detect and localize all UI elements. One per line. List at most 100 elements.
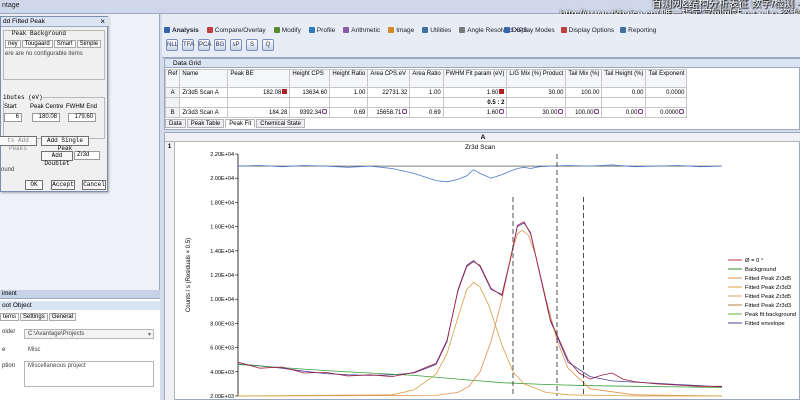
ribbon-tab-modify[interactable]: Modify: [273, 26, 301, 36]
cell-height[interactable]: 13634.60: [289, 87, 331, 98]
cell-tail-exponent[interactable]: 0.0000: [645, 87, 688, 98]
cell-tail-mix[interactable]: [565, 97, 603, 108]
tab-chemical-state[interactable]: Chemical State: [256, 119, 305, 128]
cell-lg[interactable]: [506, 97, 567, 108]
cell-tail-height[interactable]: 0.00: [601, 107, 647, 118]
tab-peak-table[interactable]: Peak Table: [186, 119, 225, 128]
display-options-icon: [560, 27, 567, 33]
tab-tougaard[interactable]: Tougaard: [21, 40, 53, 48]
ribbon-right-tab-display-modes[interactable]: Display Modes: [504, 26, 555, 36]
accept-button[interactable]: Accept: [51, 180, 75, 190]
spectrum-chart[interactable]: Zr3d Scan 2.20E+04 2.00E+04 1.80E+04 1.60E+0…: [176, 142, 800, 400]
cell-height[interactable]: 9392.34: [289, 107, 331, 118]
description-field[interactable]: Miscellaneous project: [24, 361, 154, 387]
name-field[interactable]: Misc: [24, 345, 154, 355]
cell-area-ratio[interactable]: 1.00: [409, 87, 444, 98]
add-doublet-button[interactable]: Add Doublet: [41, 151, 73, 167]
cell-area[interactable]: 22731.32: [367, 87, 411, 98]
doublet-select[interactable]: Zr3d: [74, 151, 100, 160]
ribbon-right-tabs: Display Modes Display Options Reporting: [504, 26, 656, 36]
properties-header: oot Object: [0, 301, 160, 310]
data-grid-header: Data Grid: [165, 59, 800, 68]
cell-fwhm[interactable]: 1.60: [442, 107, 508, 118]
ribbon-tab-arithmetic[interactable]: Arithmetic: [343, 26, 380, 36]
table-row[interactable]: 0.5 : 2: [164, 97, 688, 108]
ribbon-tab-analysis[interactable]: Analysis: [164, 26, 199, 36]
cancel-button[interactable]: Cancel: [82, 180, 106, 190]
bg-icon[interactable]: BG: [214, 39, 226, 51]
cell-tail-mix[interactable]: 100.00: [565, 107, 603, 118]
table-row[interactable]: A Zr3d5 Scan A 182.08 13634.60 1.00 2273…: [164, 87, 688, 98]
tab-items[interactable]: tems: [0, 313, 20, 321]
q-icon[interactable]: Q: [262, 39, 274, 51]
window-title: ntage: [2, 2, 20, 9]
nllsf-icon[interactable]: NLL: [166, 39, 178, 51]
col-ref: Ref: [164, 69, 181, 88]
tab-data[interactable]: Data: [165, 119, 186, 128]
legend-item: Fitted Peak Zr3d3: [745, 303, 791, 309]
ok-button[interactable]: OK: [25, 180, 43, 190]
link-icon[interactable]: [322, 109, 328, 114]
link-icon[interactable]: [402, 109, 408, 114]
cell-fwhm-constraint[interactable]: 0.5 : 2: [442, 97, 508, 108]
experiment-expander[interactable]: iment: [0, 290, 160, 298]
cell-tail-exponent[interactable]: 0.0000: [645, 107, 688, 118]
add-single-peak-button[interactable]: Add Single Peak: [41, 136, 89, 152]
tab-settings[interactable]: Settings: [20, 313, 48, 321]
cell-tail-height[interactable]: 0.00: [601, 87, 647, 98]
tab-general[interactable]: General: [48, 313, 77, 321]
link-icon[interactable]: [638, 109, 644, 114]
cell-name[interactable]: Zr3d3 Scan A: [179, 107, 229, 118]
cell-height-ratio[interactable]: 0.69: [329, 107, 369, 118]
ribbon-tab-profile[interactable]: Profile: [308, 26, 335, 36]
cell-name[interactable]: [179, 97, 229, 108]
folder-field[interactable]: C:\Avantage\Projects: [24, 329, 154, 339]
add-peaks-button[interactable]: ts Add Peaks: [0, 136, 37, 152]
tab-shirley[interactable]: ney: [5, 40, 21, 48]
peak-centre-input[interactable]: 180.08: [32, 113, 60, 122]
s-icon[interactable]: S: [246, 39, 258, 51]
tab-smart[interactable]: Smart: [53, 40, 76, 48]
ribbon-tab-utilities[interactable]: Utilities: [422, 26, 451, 36]
dialog-close-icon[interactable]: ×: [100, 17, 105, 27]
cell-fwhm[interactable]: 1.60: [442, 87, 508, 98]
ribbon-right-tab-reporting[interactable]: Reporting: [620, 26, 656, 36]
fwhm-end-input[interactable]: 179.60: [68, 113, 96, 122]
link-icon[interactable]: [679, 109, 685, 114]
cell-height[interactable]: [289, 97, 331, 108]
start-input[interactable]: 6: [4, 113, 22, 122]
link-icon[interactable]: [499, 109, 505, 114]
arithmetic-icon: [343, 27, 350, 33]
cell-name[interactable]: Zr3d5 Scan A: [179, 87, 229, 98]
tab-simple[interactable]: Simple: [76, 40, 102, 48]
cell-be[interactable]: 184.28: [227, 107, 291, 118]
properties-panel: oot Object tems Settings General older C…: [0, 298, 160, 400]
cell-tail-exponent[interactable]: [645, 97, 688, 108]
ribbon-right-tab-display-options[interactable]: Display Options: [560, 26, 614, 36]
cell-lg[interactable]: 30.00: [506, 107, 567, 118]
ribbon-tab-image[interactable]: Image: [388, 26, 414, 36]
cell-be[interactable]: [227, 97, 291, 108]
link-icon[interactable]: [558, 109, 564, 114]
sp-icon[interactable]: sP: [230, 39, 242, 51]
pca-icon[interactable]: PCA: [198, 39, 211, 51]
cell-area-ratio[interactable]: [409, 97, 444, 108]
folder-dropdown-icon[interactable]: ▾: [148, 331, 151, 338]
cell-area[interactable]: [367, 97, 411, 108]
cell-be[interactable]: 182.08: [227, 87, 291, 98]
cell-height-ratio[interactable]: 1.00: [329, 87, 369, 98]
tab-peak-fit[interactable]: Peak Fit: [225, 119, 256, 128]
cell-tail-height[interactable]: [601, 97, 647, 108]
lock-icon[interactable]: [282, 89, 288, 94]
link-icon[interactable]: [594, 109, 600, 114]
ribbon-tab-compare-overlay[interactable]: Compare/Overlay: [206, 26, 266, 36]
cell-height-ratio[interactable]: [329, 97, 369, 108]
constraint-icon[interactable]: [499, 89, 505, 94]
table-row[interactable]: B Zr3d3 Scan A 184.28 9392.34 0.69 15658…: [164, 107, 688, 118]
y-tick-label: 2.20E+04: [210, 152, 234, 158]
cell-area[interactable]: 15658.71: [367, 107, 411, 118]
cell-tail-mix[interactable]: 100.00: [565, 87, 603, 98]
cell-area-ratio[interactable]: 0.69: [409, 107, 444, 118]
cell-lg[interactable]: 30.00: [506, 87, 567, 98]
tfa-icon[interactable]: TFA: [182, 39, 194, 51]
